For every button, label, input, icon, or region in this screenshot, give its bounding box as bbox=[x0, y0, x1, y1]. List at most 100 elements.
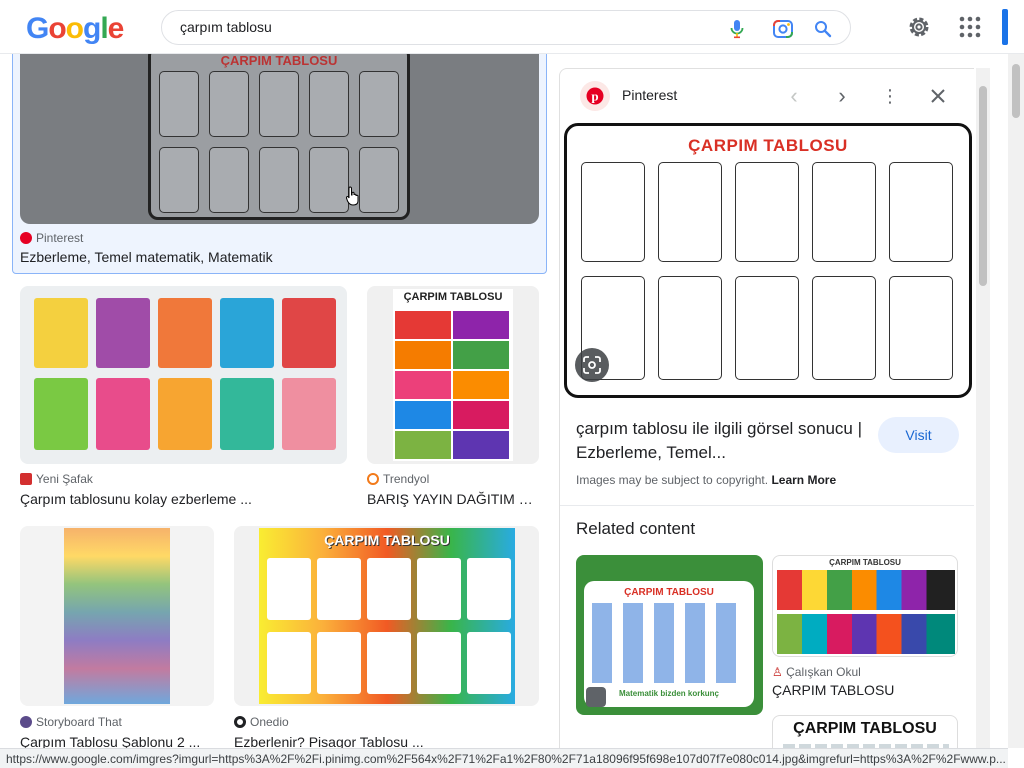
table-box bbox=[259, 147, 299, 213]
table-box bbox=[889, 162, 953, 262]
divider bbox=[560, 505, 974, 506]
page-scrollbar[interactable] bbox=[1008, 54, 1024, 748]
related-source-label: Çalışkan Okul bbox=[786, 665, 861, 679]
close-icon[interactable] bbox=[925, 83, 951, 109]
table-card bbox=[158, 378, 212, 450]
thumbnail-title: ÇARPIM TABLOSU bbox=[220, 54, 338, 68]
table-box bbox=[658, 162, 722, 262]
header: Google bbox=[0, 0, 1024, 54]
page-scrollbar-thumb[interactable] bbox=[1012, 64, 1020, 118]
more-options-icon[interactable]: ⋮ bbox=[877, 83, 903, 109]
related-thumbnail-title: ÇARPIM TABLOSU bbox=[829, 558, 901, 567]
google-lens-icon[interactable] bbox=[772, 18, 794, 40]
result-title[interactable]: Ezberleme, Temel matematik, Matematik bbox=[20, 249, 540, 265]
result-source-label: Yeni Şafak bbox=[36, 472, 93, 486]
storyboard-that-icon bbox=[20, 716, 32, 728]
related-thumbnail-footer: Matematik bizden korkunç bbox=[618, 689, 720, 698]
pinterest-logo-icon[interactable]: p bbox=[580, 81, 610, 111]
image-results-grid: ÇARPIM TABLOSU Pinterest Ezberleme, Teme… bbox=[0, 54, 552, 768]
result-source[interactable]: Storyboard That bbox=[20, 715, 122, 729]
table-card bbox=[220, 378, 274, 450]
settings-gear-icon[interactable] bbox=[906, 14, 932, 40]
account-button-edge[interactable] bbox=[1002, 9, 1008, 45]
image-preview-panel: p Pinterest ‹ › ⋮ ÇARPIM TABLOSU çarpım … bbox=[559, 68, 974, 768]
preview-image[interactable]: ÇARPIM TABLOSU bbox=[564, 123, 972, 398]
next-chevron-icon[interactable]: › bbox=[829, 83, 855, 109]
caliskan-okul-icon: ♙ bbox=[772, 665, 783, 679]
result-source[interactable]: Pinterest bbox=[20, 231, 83, 245]
lens-search-button[interactable] bbox=[575, 348, 609, 382]
related-thumbnail[interactable]: ÇARPIM TABLOSU Matematik bizden korkunç bbox=[576, 555, 763, 715]
related-title[interactable]: ÇARPIM TABLOSU bbox=[772, 682, 894, 698]
table-box bbox=[812, 276, 876, 380]
table-card bbox=[34, 298, 88, 368]
panel-title[interactable]: çarpım tablosu ile ilgili görsel sonucu … bbox=[576, 417, 866, 465]
table-card bbox=[220, 298, 274, 368]
google-apps-grid-icon[interactable] bbox=[958, 15, 982, 39]
table-box bbox=[735, 162, 799, 262]
result-source[interactable]: Trendyol bbox=[367, 472, 429, 486]
related-thumbnail-title: ÇARPIM TABLOSU bbox=[624, 587, 714, 598]
table-card bbox=[282, 298, 336, 368]
lens-icon bbox=[583, 356, 601, 374]
result-thumbnail[interactable]: ÇARPIM TABLOSU bbox=[234, 526, 539, 706]
preview-image-title: ÇARPIM TABLOSU bbox=[688, 136, 848, 155]
table-box bbox=[159, 147, 199, 213]
table-box bbox=[309, 71, 349, 137]
search-icon[interactable] bbox=[812, 18, 834, 40]
onedio-icon bbox=[234, 716, 246, 728]
result-source-label: Pinterest bbox=[36, 231, 84, 245]
table-box bbox=[209, 147, 249, 213]
search-input[interactable] bbox=[180, 19, 700, 35]
yeni-safak-icon bbox=[20, 473, 32, 485]
status-bar-url: https://www.google.com/imgres?imgurl=htt… bbox=[0, 748, 1008, 768]
table-card bbox=[282, 378, 336, 450]
related-thumbnail[interactable]: ÇARPIM TABLOSU bbox=[772, 555, 958, 657]
copyright-notice: Images may be subject to copyright. Lear… bbox=[576, 473, 837, 487]
poster: ÇARPIM TABLOSU bbox=[393, 289, 513, 461]
visit-button[interactable]: Visit bbox=[878, 417, 959, 453]
trendyol-icon bbox=[367, 473, 379, 485]
result-source-label: Storyboard That bbox=[36, 715, 122, 729]
panel-scrollbar-thumb[interactable] bbox=[979, 86, 987, 286]
search-box bbox=[161, 10, 851, 45]
board: ÇARPIM TABLOSU Matematik bizden korkunç bbox=[584, 581, 754, 707]
panel-source-name[interactable]: Pinterest bbox=[622, 87, 677, 103]
table-box bbox=[359, 147, 399, 213]
microphone-icon[interactable] bbox=[726, 18, 748, 40]
result-thumbnail[interactable] bbox=[20, 286, 347, 464]
table-card bbox=[158, 298, 212, 368]
result-thumbnail[interactable] bbox=[20, 526, 214, 706]
result-title[interactable]: BARIŞ YAYIN DAĞITIM E... bbox=[367, 491, 539, 507]
result-source[interactable]: Onedio bbox=[234, 715, 289, 729]
table-box bbox=[889, 276, 953, 380]
related-source[interactable]: ♙ Çalışkan Okul bbox=[772, 665, 861, 679]
result-source[interactable]: Yeni Şafak bbox=[20, 472, 93, 486]
table-box bbox=[259, 71, 299, 137]
table-box bbox=[812, 162, 876, 262]
learn-more-link[interactable]: Learn More bbox=[771, 473, 836, 487]
result-source-label: Trendyol bbox=[383, 472, 430, 486]
table-card bbox=[34, 378, 88, 450]
related-thumbnail-title: ÇARPIM TABLOSU bbox=[793, 720, 937, 737]
tag-icon bbox=[586, 687, 606, 707]
table-box bbox=[359, 71, 399, 137]
thumbnail-board: ÇARPIM TABLOSU bbox=[148, 54, 410, 220]
result-thumbnail[interactable]: ÇARPIM TABLOSU bbox=[367, 286, 539, 464]
hand-cursor-icon bbox=[346, 186, 359, 206]
table-box bbox=[658, 276, 722, 380]
table-box bbox=[209, 71, 249, 137]
result-source-label: Onedio bbox=[250, 715, 289, 729]
google-logo[interactable]: Google bbox=[26, 12, 124, 46]
google-images-page: Google ÇARPIM TABLOSU bbox=[0, 0, 1024, 768]
panel-scrollbar[interactable] bbox=[976, 68, 990, 748]
result-title[interactable]: Çarpım tablosunu kolay ezberleme ... bbox=[20, 491, 350, 507]
poster: ÇARPIM TABLOSU bbox=[259, 528, 515, 704]
table-card bbox=[96, 378, 150, 450]
table-box bbox=[159, 71, 199, 137]
previous-chevron-icon[interactable]: ‹ bbox=[781, 83, 807, 109]
pinterest-icon bbox=[20, 232, 32, 244]
thumbnail-title: ÇARPIM TABLOSU bbox=[324, 532, 450, 548]
result-thumbnail[interactable]: ÇARPIM TABLOSU bbox=[20, 54, 539, 224]
table-box bbox=[581, 162, 645, 262]
